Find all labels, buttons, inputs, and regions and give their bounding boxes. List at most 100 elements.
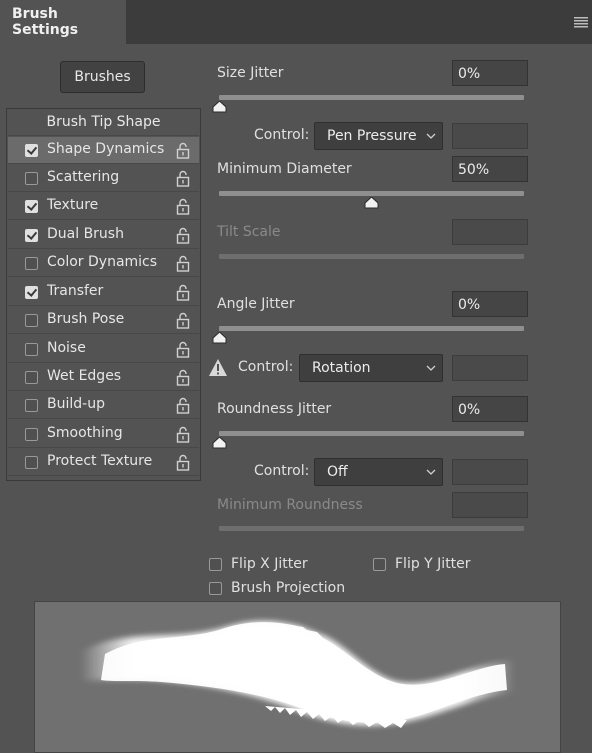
lock-open-icon[interactable] — [176, 454, 190, 471]
size-jitter-slider-thumb[interactable] — [212, 101, 227, 113]
flip-x-jitter-checkbox[interactable] — [209, 558, 222, 571]
size-jitter-control-field — [452, 123, 528, 149]
option-checkbox[interactable] — [25, 314, 38, 327]
minimum-diameter-field[interactable]: 50% — [452, 156, 528, 182]
list-item[interactable]: Smoothing — [8, 421, 199, 448]
option-checkbox[interactable] — [25, 371, 38, 384]
minimum-diameter-slider-thumb[interactable] — [364, 197, 379, 209]
brush-stroke-image — [80, 620, 515, 728]
brush-stroke-preview — [34, 601, 561, 753]
angle-jitter-slider-thumb[interactable] — [212, 332, 227, 344]
flip-x-jitter-label: Flip X Jitter — [231, 556, 308, 572]
angle-jitter-control-value: Rotation — [312, 360, 371, 376]
minimum-diameter-slider-track[interactable] — [219, 191, 524, 196]
angle-jitter-field[interactable]: 0% — [452, 291, 528, 317]
option-label: Smoothing — [47, 425, 123, 441]
minimum-roundness-label: Minimum Roundness — [217, 497, 363, 513]
roundness-jitter-control-field — [452, 459, 528, 485]
list-item[interactable]: Dual Brush — [8, 222, 199, 249]
flip-y-jitter-checkbox[interactable] — [373, 558, 386, 571]
angle-jitter-slider-track[interactable] — [219, 326, 524, 331]
panel-tab-bar: Brush Settings — [0, 0, 592, 44]
tilt-scale-field — [452, 219, 528, 245]
brush-tip-shape-item[interactable]: Brush Tip Shape — [8, 109, 199, 136]
option-checkbox[interactable] — [25, 200, 38, 213]
option-checkbox[interactable] — [25, 229, 38, 242]
chevron-down-icon — [426, 365, 436, 371]
brush-projection-checkbox[interactable] — [209, 582, 222, 595]
roundness-jitter-field[interactable]: 0% — [452, 396, 528, 422]
lock-open-icon[interactable] — [176, 341, 190, 358]
minimum-roundness-field — [452, 492, 528, 518]
list-item[interactable]: Protect Texture — [8, 449, 199, 476]
lock-open-icon[interactable] — [176, 227, 190, 244]
lock-open-icon[interactable] — [176, 397, 190, 414]
angle-jitter-control-field — [452, 355, 528, 381]
list-item[interactable]: Scattering — [8, 165, 199, 192]
option-label: Protect Texture — [47, 453, 153, 469]
hamburger-menu-icon[interactable] — [574, 16, 588, 28]
option-checkbox[interactable] — [25, 286, 38, 299]
option-label: Wet Edges — [47, 368, 122, 384]
brushes-button[interactable]: Brushes — [60, 61, 145, 93]
lock-open-icon[interactable] — [176, 142, 190, 159]
tilt-scale-slider-track — [219, 254, 524, 259]
lock-open-icon[interactable] — [176, 284, 190, 301]
option-label: Dual Brush — [47, 226, 124, 242]
list-item[interactable]: Shape Dynamics — [8, 137, 199, 164]
option-checkbox[interactable] — [25, 428, 38, 441]
option-checkbox[interactable] — [25, 399, 38, 412]
lock-open-icon[interactable] — [176, 312, 190, 329]
tab-brush-settings[interactable]: Brush Settings — [0, 0, 126, 44]
tilt-scale-label: Tilt Scale — [217, 224, 281, 240]
option-label: Texture — [47, 197, 99, 213]
lock-open-icon[interactable] — [176, 255, 190, 272]
option-label: Noise — [47, 340, 86, 356]
roundness-jitter-slider-thumb[interactable] — [212, 437, 227, 449]
lock-open-icon[interactable] — [176, 426, 190, 443]
roundness-jitter-control-dropdown[interactable]: Off — [314, 458, 443, 486]
option-label: Transfer — [47, 283, 104, 299]
option-checkbox[interactable] — [25, 144, 38, 157]
flip-y-jitter-label: Flip Y Jitter — [395, 556, 471, 572]
angle-jitter-control-label: Control: — [238, 359, 294, 375]
roundness-jitter-label: Roundness Jitter — [217, 401, 332, 417]
chevron-down-icon — [426, 469, 436, 475]
option-label: Brush Pose — [47, 311, 125, 327]
option-label: Shape Dynamics — [47, 141, 165, 157]
list-item[interactable]: Texture — [8, 193, 199, 220]
size-jitter-slider-track[interactable] — [219, 95, 524, 100]
list-item[interactable]: Wet Edges — [8, 364, 199, 391]
list-item[interactable]: Brush Pose — [8, 307, 199, 334]
lock-open-icon[interactable] — [176, 198, 190, 215]
size-jitter-control-label: Control: — [254, 127, 310, 143]
option-label: Color Dynamics — [47, 254, 158, 270]
brush-projection-label: Brush Projection — [231, 580, 346, 596]
list-item[interactable]: Color Dynamics — [8, 250, 199, 277]
minimum-diameter-label: Minimum Diameter — [217, 161, 352, 177]
chevron-down-icon — [426, 133, 436, 139]
size-jitter-label: Size Jitter — [217, 65, 284, 81]
option-label: Scattering — [47, 169, 120, 185]
list-item[interactable]: Transfer — [8, 279, 199, 306]
option-checkbox[interactable] — [25, 456, 38, 469]
size-jitter-field[interactable]: 0% — [452, 60, 528, 86]
roundness-jitter-control-label: Control: — [254, 463, 310, 479]
roundness-jitter-slider-track[interactable] — [219, 431, 524, 436]
size-jitter-control-dropdown[interactable]: Pen Pressure — [314, 122, 443, 150]
option-checkbox[interactable] — [25, 172, 38, 185]
brush-options-list: Brush Tip Shape Shape Dynamics Scattering… — [6, 108, 201, 481]
brush-settings-panel: Brush Settings Brushes Brush Tip Shape S… — [0, 0, 592, 753]
roundness-jitter-control-value: Off — [327, 464, 348, 480]
lock-open-icon[interactable] — [176, 369, 190, 386]
option-label: Build-up — [47, 396, 105, 412]
lock-open-icon[interactable] — [176, 170, 190, 187]
list-item[interactable]: Build-up — [8, 392, 199, 419]
angle-jitter-label: Angle Jitter — [217, 296, 295, 312]
angle-jitter-control-dropdown[interactable]: Rotation — [299, 354, 443, 382]
option-checkbox[interactable] — [25, 343, 38, 356]
minimum-roundness-slider-track — [219, 526, 524, 531]
option-checkbox[interactable] — [25, 257, 38, 270]
list-item[interactable]: Noise — [8, 336, 199, 363]
size-jitter-control-value: Pen Pressure — [327, 128, 417, 144]
